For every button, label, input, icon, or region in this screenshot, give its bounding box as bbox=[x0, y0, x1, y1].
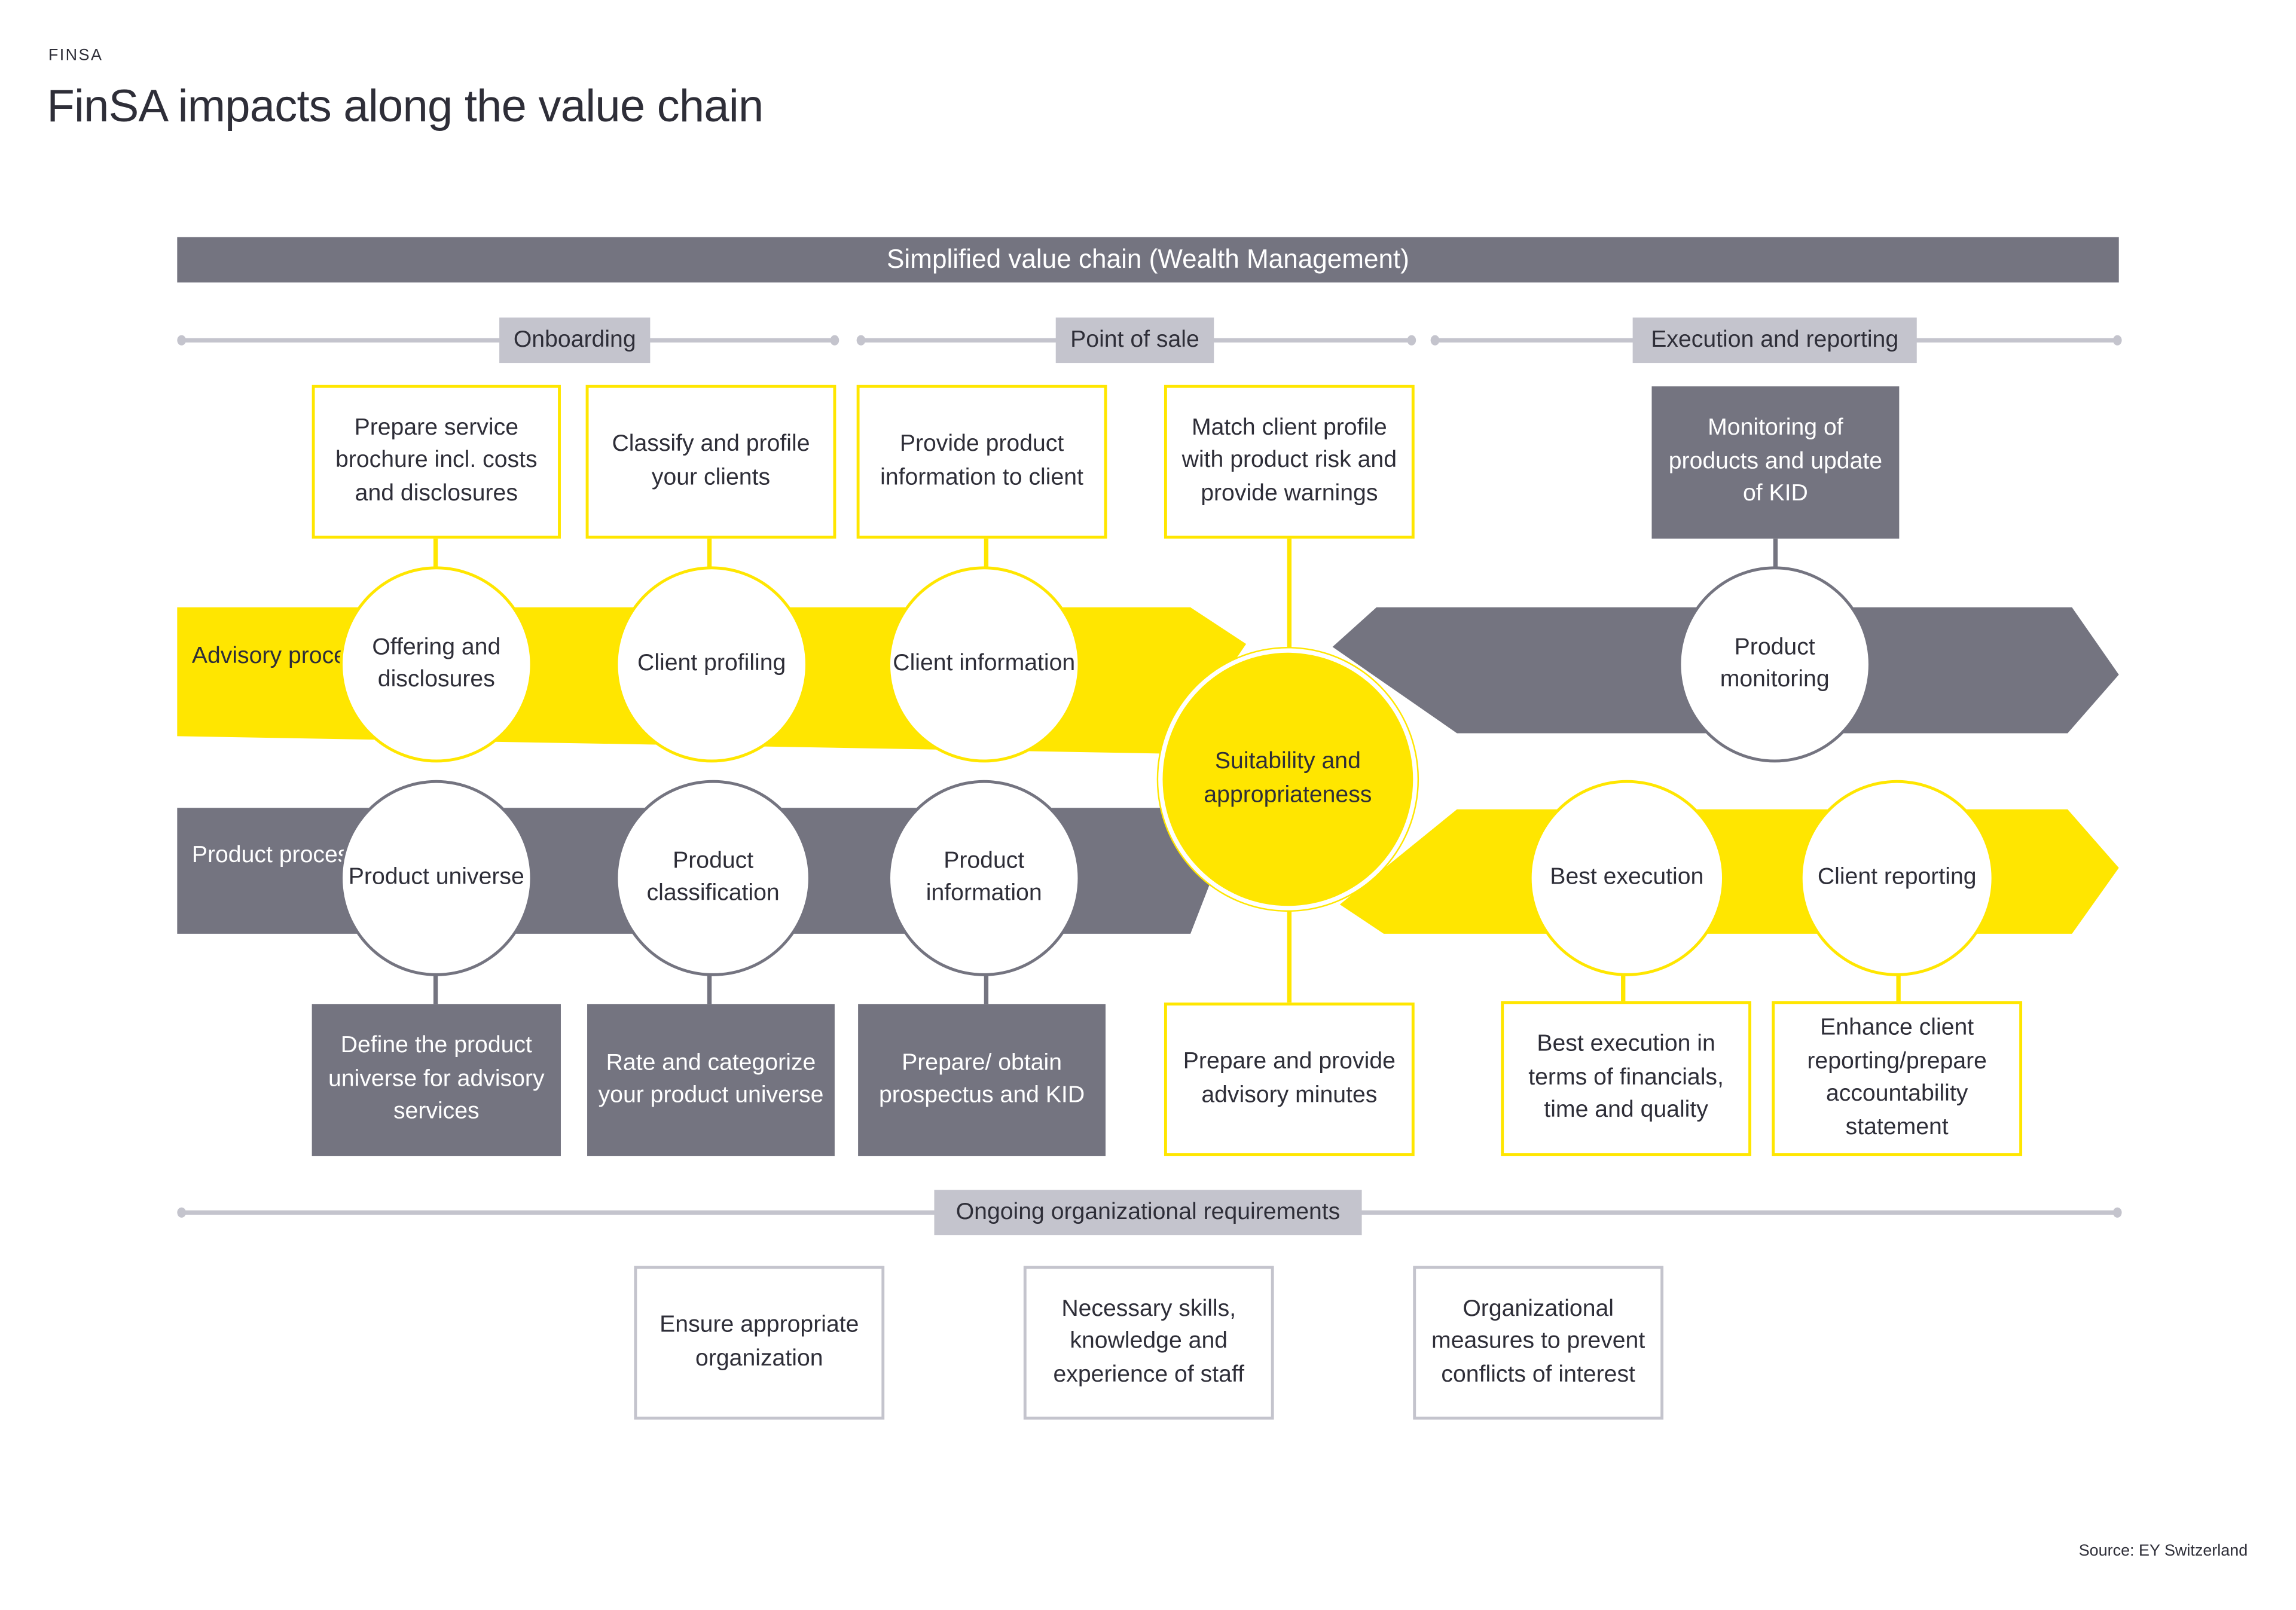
advisory-step-circle: Client profiling bbox=[615, 566, 808, 763]
suitability-task-box: Match client profile with product risk a… bbox=[1164, 384, 1415, 539]
infographic: FINSA FinSA impacts along the value chai… bbox=[0, 0, 2296, 1610]
product-step-circle: Product universe bbox=[340, 780, 533, 976]
advisory-task-box: Provide product information to client bbox=[856, 384, 1107, 539]
product-task-box: Define the product universe for advisory… bbox=[312, 1004, 561, 1156]
connector bbox=[433, 974, 438, 1004]
product-step-circle: Product information bbox=[887, 780, 1081, 976]
product-task-box: Prepare/ obtain prospectus and KID bbox=[858, 1004, 1106, 1156]
connector bbox=[1287, 910, 1292, 1003]
advisory-task-box: Classify and profile your clients bbox=[585, 384, 836, 539]
lane-label-product: Product process bbox=[191, 843, 361, 868]
connector bbox=[984, 974, 989, 1004]
advisory-task-box: Prepare service brochure incl. costs and… bbox=[312, 384, 561, 539]
connector bbox=[707, 974, 712, 1004]
suitability-circle: Suitability and appropriateness bbox=[1158, 648, 1418, 911]
monitoring-task-box: Monitoring of products and update of KID bbox=[1651, 386, 1900, 539]
phase-label-ongoing: Ongoing organizational requirements bbox=[934, 1190, 1362, 1236]
client-reporting-circle: Client reporting bbox=[1799, 780, 1995, 976]
connector bbox=[1621, 974, 1626, 1003]
best-execution-task-box: Best execution in terms of financials, t… bbox=[1501, 1001, 1752, 1156]
monitoring-circle: Product monitoring bbox=[1678, 566, 1871, 763]
execution-lane-arrow bbox=[1339, 809, 2119, 934]
advisory-step-circle: Offering and disclosures bbox=[340, 566, 533, 763]
ongoing-requirement-box: Organizational measures to prevent confl… bbox=[1413, 1266, 1664, 1420]
ongoing-requirement-box: Ensure appropriate organization bbox=[634, 1266, 885, 1420]
advisory-step-circle: Client information bbox=[887, 566, 1081, 763]
connector bbox=[1287, 538, 1292, 649]
source-note: Source: EY Switzerland bbox=[2078, 1542, 2248, 1560]
client-reporting-task-box: Enhance client reporting/prepare account… bbox=[1772, 1001, 2023, 1156]
ongoing-requirement-box: Necessary skills, knowledge and experien… bbox=[1023, 1266, 1274, 1420]
connector bbox=[1896, 974, 1901, 1003]
advisory-minutes-box: Prepare and provide advisory minutes bbox=[1164, 1002, 1415, 1156]
best-execution-circle: Best execution bbox=[1528, 780, 1725, 976]
product-task-box: Rate and categorize your product univers… bbox=[587, 1004, 835, 1156]
product-step-circle: Product classification bbox=[615, 780, 811, 976]
